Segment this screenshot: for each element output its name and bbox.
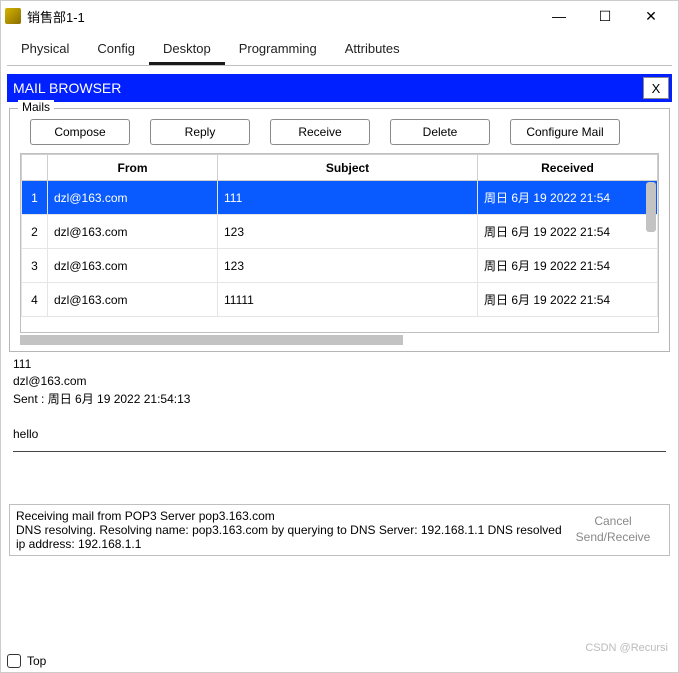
table-row[interactable]: 1dzl@163.com111周日 6月 19 2022 21:54	[22, 181, 658, 215]
footer: Top	[1, 650, 678, 672]
mail-table: From Subject Received 1dzl@163.com111周日 …	[20, 153, 659, 333]
delete-button[interactable]: Delete	[390, 119, 490, 145]
cell-subject: 123	[218, 215, 478, 249]
mailbrowser-header: MAIL BROWSER X	[7, 74, 672, 102]
row-number: 4	[22, 283, 48, 317]
status-line-1: Receiving mail from POP3 Server pop3.163…	[16, 509, 563, 523]
horizontal-scrollbar[interactable]	[20, 335, 403, 345]
top-label: Top	[27, 654, 46, 668]
status-bar: Receiving mail from POP3 Server pop3.163…	[9, 504, 670, 556]
table-row[interactable]: 3dzl@163.com123周日 6月 19 2022 21:54	[22, 249, 658, 283]
col-from[interactable]: From	[48, 155, 218, 181]
cell-received: 周日 6月 19 2022 21:54	[478, 215, 658, 249]
send-receive-button[interactable]: Send/Receive	[563, 530, 663, 546]
maximize-button[interactable]: ☐	[582, 1, 628, 31]
cancel-button[interactable]: Cancel	[563, 514, 663, 530]
tab-programming[interactable]: Programming	[225, 37, 331, 65]
preview-subject: 111	[13, 356, 666, 373]
cell-received: 周日 6月 19 2022 21:54	[478, 283, 658, 317]
top-checkbox[interactable]	[7, 654, 21, 668]
cell-subject: 111	[218, 181, 478, 215]
col-subject[interactable]: Subject	[218, 155, 478, 181]
tabs: Physical Config Desktop Programming Attr…	[7, 37, 672, 66]
title-bar: 销售部1-1 — ☐ ✕	[1, 1, 678, 31]
status-line-2: DNS resolving. Resolving name: pop3.163.…	[16, 523, 563, 551]
cell-from: dzl@163.com	[48, 283, 218, 317]
vertical-scrollbar[interactable]	[646, 182, 656, 232]
watermark: CSDN @Recursi	[585, 642, 668, 654]
mailbrowser-title: MAIL BROWSER	[13, 80, 121, 96]
table-row[interactable]: 4dzl@163.com11111周日 6月 19 2022 21:54	[22, 283, 658, 317]
row-number: 1	[22, 181, 48, 215]
compose-button[interactable]: Compose	[30, 119, 130, 145]
tab-attributes[interactable]: Attributes	[331, 37, 414, 65]
preview-sent: Sent : 周日 6月 19 2022 21:54:13	[13, 391, 666, 408]
app-icon	[5, 8, 21, 24]
reply-button[interactable]: Reply	[150, 119, 250, 145]
tab-physical[interactable]: Physical	[7, 37, 83, 65]
cell-received: 周日 6月 19 2022 21:54	[478, 181, 658, 215]
preview-from: dzl@163.com	[13, 373, 666, 390]
col-rownum	[22, 155, 48, 181]
col-received[interactable]: Received	[478, 155, 658, 181]
tab-config[interactable]: Config	[83, 37, 149, 65]
cell-subject: 11111	[218, 283, 478, 317]
row-number: 3	[22, 249, 48, 283]
minimize-button[interactable]: —	[536, 1, 582, 31]
cell-from: dzl@163.com	[48, 215, 218, 249]
preview-body: hello	[13, 426, 666, 443]
table-row[interactable]: 2dzl@163.com123周日 6月 19 2022 21:54	[22, 215, 658, 249]
mailbrowser-close-button[interactable]: X	[643, 77, 669, 99]
cell-from: dzl@163.com	[48, 249, 218, 283]
cell-from: dzl@163.com	[48, 181, 218, 215]
cell-received: 周日 6月 19 2022 21:54	[478, 249, 658, 283]
cell-subject: 123	[218, 249, 478, 283]
receive-button[interactable]: Receive	[270, 119, 370, 145]
configure-mail-button[interactable]: Configure Mail	[510, 119, 620, 145]
preview-divider	[13, 451, 666, 452]
tab-desktop[interactable]: Desktop	[149, 37, 225, 65]
mails-group: Mails Compose Reply Receive Delete Confi…	[9, 108, 670, 352]
close-window-button[interactable]: ✕	[628, 1, 674, 31]
window-title: 销售部1-1	[27, 7, 536, 26]
row-number: 2	[22, 215, 48, 249]
message-preview: 111 dzl@163.com Sent : 周日 6月 19 2022 21:…	[7, 352, 672, 464]
mails-legend: Mails	[18, 100, 54, 114]
